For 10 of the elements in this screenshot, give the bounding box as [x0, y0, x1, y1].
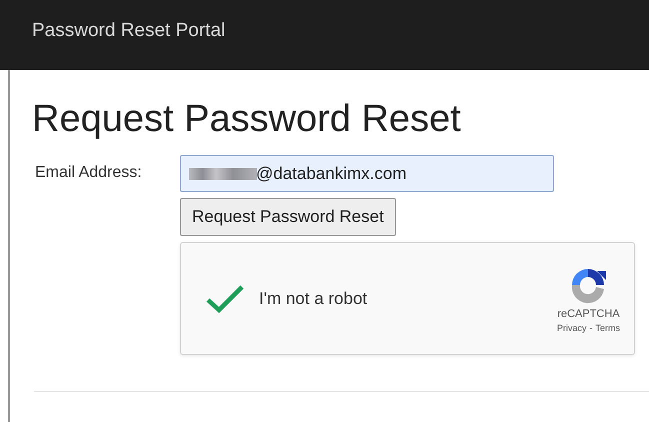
portal-title: Password Reset Portal: [32, 20, 226, 43]
request-reset-button[interactable]: Request Password Reset: [180, 198, 396, 236]
page-heading: Request Password Reset: [32, 98, 462, 141]
email-field[interactable]: @databankimx.com: [180, 155, 554, 192]
link-separator: -: [590, 322, 592, 332]
privacy-link[interactable]: Privacy: [556, 322, 586, 332]
captcha-label: I'm not a robot: [259, 288, 368, 308]
terms-link[interactable]: Terms: [596, 322, 620, 332]
email-label: Email Address:: [34, 163, 143, 182]
recaptcha-brand: reCAPTCHA: [557, 308, 620, 320]
